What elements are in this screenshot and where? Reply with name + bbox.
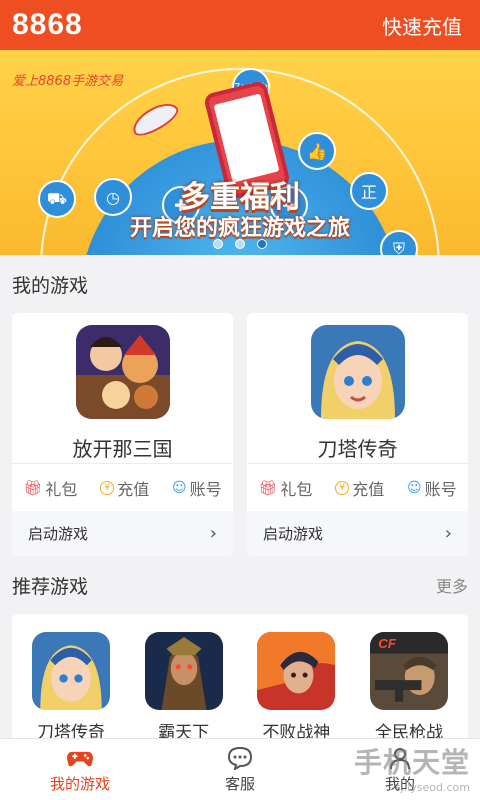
pagination-dot[interactable] — [213, 239, 223, 249]
chat-bubble-icon — [227, 746, 253, 770]
launch-label: 启动游戏 — [28, 525, 89, 543]
action-label: 充值 — [117, 479, 150, 499]
launch-game-button[interactable]: 启动游戏 › — [247, 511, 468, 556]
more-link[interactable]: 更多 — [436, 573, 468, 597]
app-header: 8868 快速充值 — [0, 0, 480, 50]
gift-pack-button[interactable]: 🎁︎ 礼包 — [258, 476, 312, 500]
account-icon: ☺ — [171, 479, 187, 496]
action-label: 账号 — [189, 479, 222, 499]
section-title: 推荐游戏 — [12, 575, 89, 598]
bu-bai-zhan-shen-game-icon[interactable] — [257, 632, 336, 710]
three-kingdoms-game-icon[interactable] — [75, 325, 170, 419]
account-button[interactable]: ☺ 账号 — [407, 476, 457, 500]
recommended-game-item[interactable]: 刀塔传奇 — [22, 632, 120, 750]
dota-legend-game-icon[interactable] — [310, 325, 405, 419]
launch-game-button[interactable]: 启动游戏 › — [12, 511, 233, 556]
game-name: 放开那三国 — [72, 437, 173, 461]
tab-my-games[interactable]: 我的游戏 — [0, 739, 160, 800]
account-button[interactable]: ☺ 账号 — [172, 476, 222, 500]
game-card-top[interactable]: 放开那三国 — [12, 313, 233, 463]
coin-icon: ¥ — [335, 480, 350, 495]
dota-legend-game-icon[interactable] — [32, 632, 110, 710]
action-label: 礼包 — [280, 479, 313, 499]
game-name: 刀塔传奇 — [317, 437, 398, 461]
recharge-button[interactable]: ¥ 充值 — [335, 476, 384, 500]
quan-min-qiang-zhan-game-icon[interactable]: CF — [369, 632, 448, 710]
game-card-actions: 🎁︎ 礼包 ¥ 充值 ☺ 账号 — [12, 463, 233, 511]
tab-customer-service[interactable]: 客服 — [160, 739, 320, 800]
game-card-top[interactable]: 刀塔传奇 — [247, 313, 468, 463]
banner-brand-text: 爱上8868手游交易 — [12, 74, 124, 89]
thumbs-up-icon: 👍 — [298, 132, 336, 170]
pagination-dot-active[interactable] — [257, 239, 267, 249]
watermark-text: 手机天堂 — [353, 746, 470, 779]
my-games-header: 我的游戏 — [0, 255, 480, 313]
action-label: 礼包 — [45, 479, 78, 499]
launch-label: 启动游戏 — [263, 525, 324, 543]
quick-recharge-button[interactable]: 快速充值 — [382, 11, 462, 40]
promo-banner[interactable]: 爱上8868手游交易 ⛟ ◷ ✚ 7×24h 👍 ✚ 正 ⛨ 多重福利 开启您的… — [0, 50, 480, 255]
coin-icon: ¥ — [100, 480, 115, 495]
bottom-tab-bar: 我的游戏 客服 我的 手机天堂 sj.lyseod.com — [0, 738, 480, 800]
recommended-game-item[interactable]: 霸天下 — [135, 632, 233, 750]
my-game-card: 放开那三国 🎁︎ 礼包 ¥ 充值 ☺ 账号 启动游戏 › — [12, 313, 233, 556]
recommended-games-list: 刀塔传奇 霸天下 不败战神 CF 全民枪战 — [12, 614, 468, 750]
tab-label: 我的游戏 — [49, 774, 110, 793]
site-watermark: 手机天堂 sj.lyseod.com — [354, 741, 470, 794]
action-label: 充值 — [352, 479, 385, 499]
tab-label: 客服 — [224, 774, 255, 793]
my-game-card: 刀塔传奇 🎁︎ 礼包 ¥ 充值 ☺ 账号 启动游戏 › — [247, 313, 468, 556]
gamepad-icon — [67, 746, 93, 770]
svg-text:CF: CF — [378, 636, 397, 651]
app-logo: 8868 — [12, 8, 83, 41]
gift-icon: 🎁︎ — [23, 478, 43, 497]
banner-subtitle: 开启您的疯狂游戏之旅 — [129, 216, 350, 241]
action-label: 账号 — [424, 479, 457, 499]
gift-icon: 🎁︎ — [258, 478, 278, 497]
recommended-game-item[interactable]: 不败战神 — [247, 632, 345, 750]
chevron-right-icon: › — [209, 523, 217, 544]
banner-pagination — [0, 239, 480, 249]
recharge-button[interactable]: ¥ 充值 — [100, 476, 149, 500]
watermark-url: sj.lyseod.com — [394, 781, 470, 794]
chevron-right-icon: › — [444, 523, 452, 544]
game-card-actions: 🎁︎ 礼包 ¥ 充值 ☺ 账号 — [247, 463, 468, 511]
pagination-dot[interactable] — [235, 239, 245, 249]
ba-tian-xia-game-icon[interactable] — [144, 632, 223, 710]
account-icon: ☺ — [406, 479, 422, 496]
my-games-list: 放开那三国 🎁︎ 礼包 ¥ 充值 ☺ 账号 启动游戏 › 刀塔传奇 🎁︎ 礼包 … — [0, 313, 480, 556]
gift-pack-button[interactable]: 🎁︎ 礼包 — [23, 476, 77, 500]
recommended-game-item[interactable]: CF 全民枪战 — [360, 632, 458, 750]
recommended-header: 推荐游戏 更多 — [0, 556, 480, 614]
section-title: 我的游戏 — [12, 274, 89, 297]
